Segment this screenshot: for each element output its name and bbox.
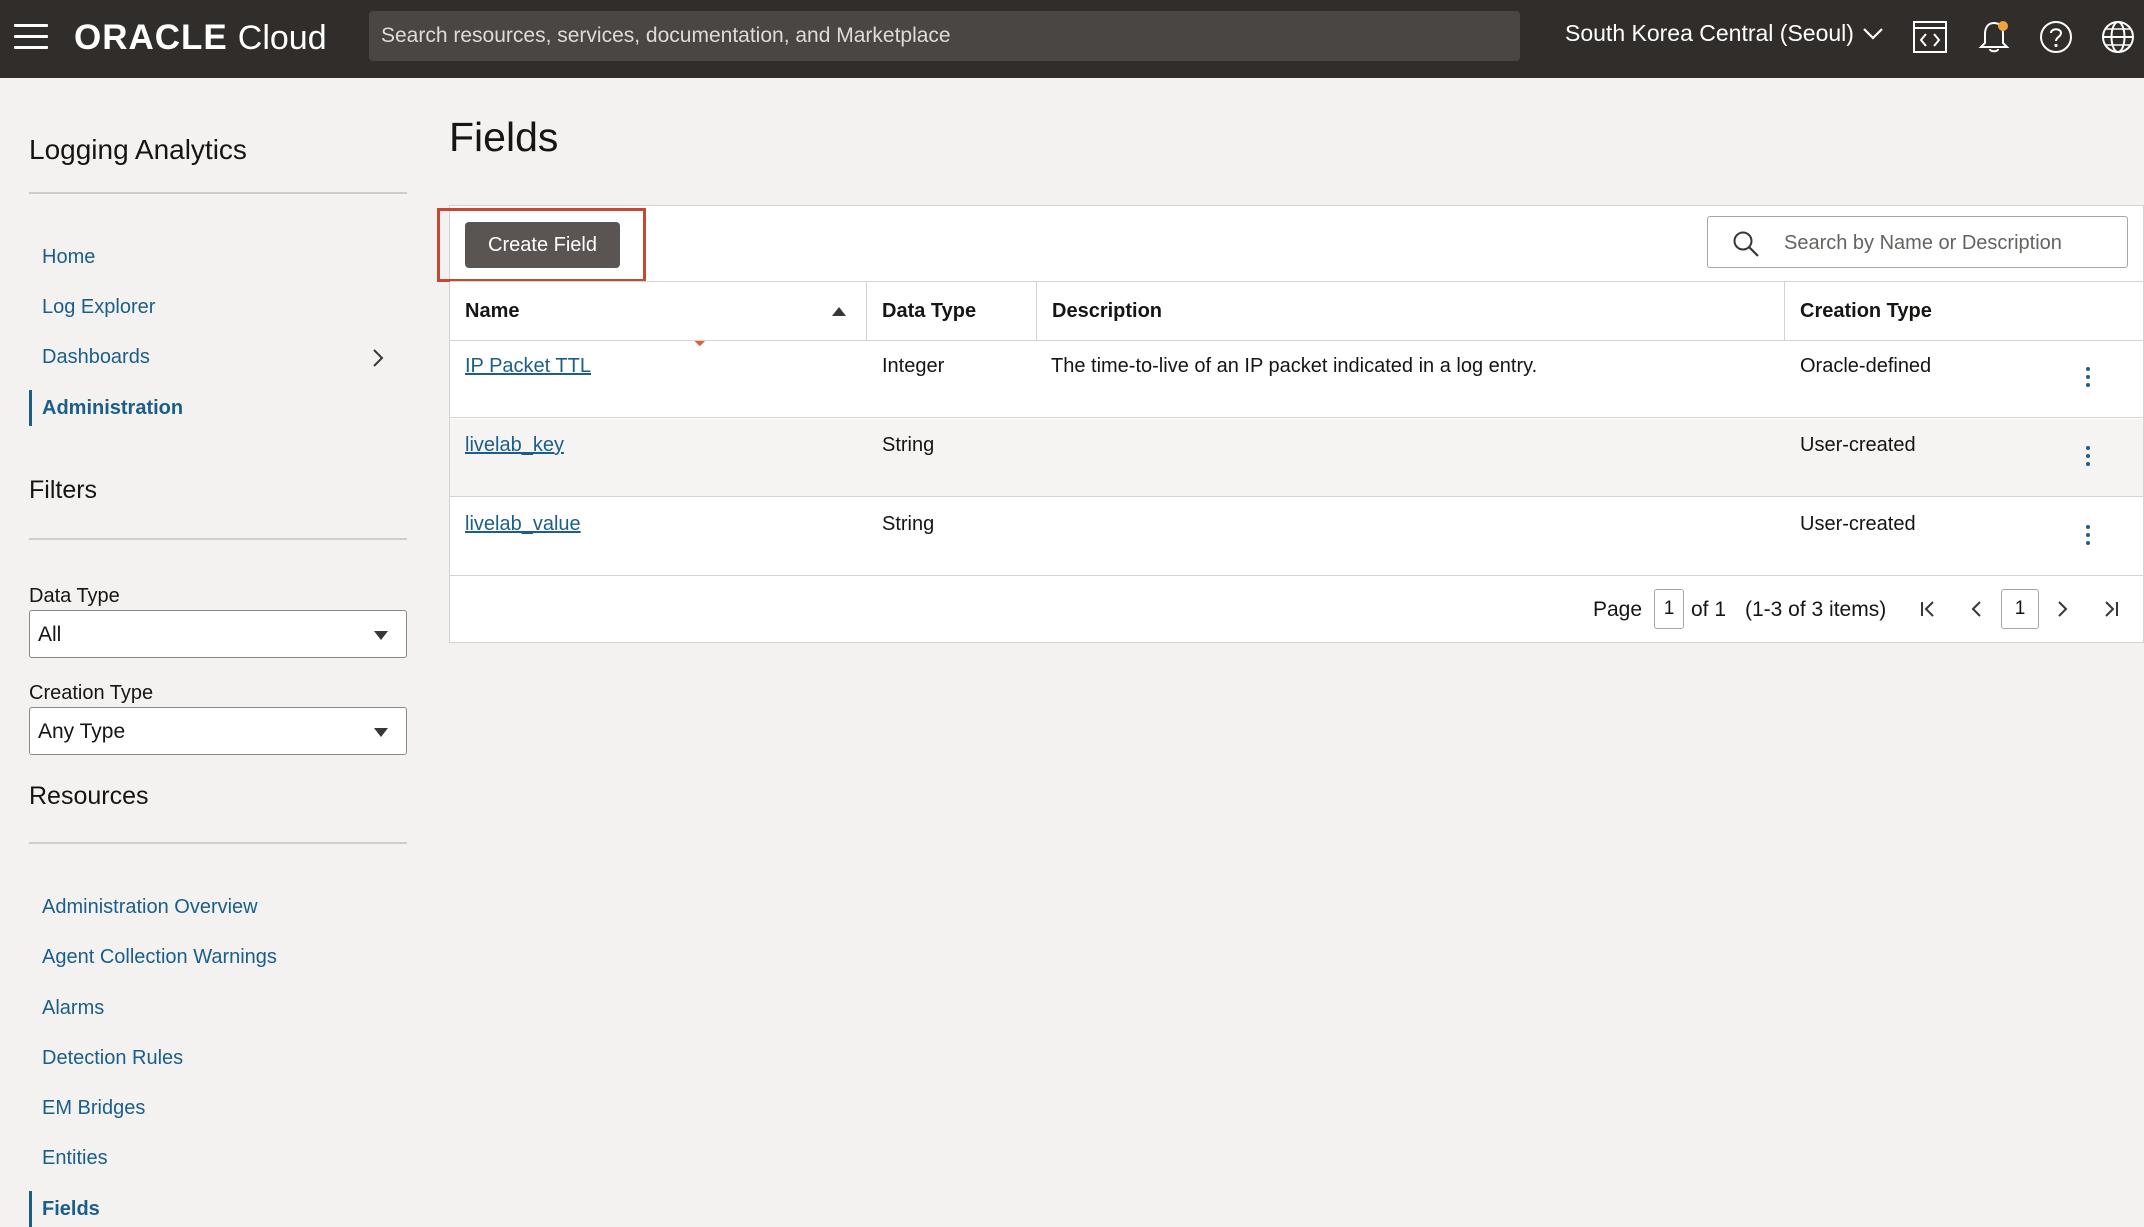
table-search-input[interactable]: [1782, 217, 2116, 269]
global-search-input[interactable]: [369, 11, 1520, 61]
column-header-data-type[interactable]: Data Type: [866, 282, 1036, 340]
field-name-link[interactable]: livelab_value: [465, 513, 581, 536]
region-label: South Korea Central (Seoul): [1565, 20, 1854, 46]
top-navigation-bar: ORACLE Cloud South Korea Central (Seoul): [0, 0, 2144, 78]
column-header-name[interactable]: Name: [450, 282, 867, 340]
row-actions-kebab-icon[interactable]: [2083, 525, 2093, 549]
row-actions-kebab-icon[interactable]: [2083, 446, 2093, 470]
field-name-link[interactable]: livelab_key: [465, 434, 564, 457]
product-name: Cloud: [237, 18, 327, 57]
resources-title: Resources: [29, 782, 149, 810]
field-name-link[interactable]: IP Packet TTL: [465, 355, 591, 378]
divider: [29, 192, 407, 194]
creation-type-label: Creation Type: [29, 682, 154, 704]
sidebar-item-log-explorer[interactable]: Log Explorer: [29, 289, 389, 325]
data-type-label: Data Type: [29, 585, 120, 607]
table-row: IP Packet TTL Integer The time-to-live o…: [450, 340, 2143, 418]
chevron-right-icon: [373, 349, 384, 367]
sidebar-item-entities[interactable]: Entities: [29, 1140, 389, 1176]
sidebar-item-dashboards[interactable]: Dashboards: [29, 339, 389, 375]
page-label: Page: [1593, 598, 1643, 621]
current-page-box[interactable]: 1: [2001, 589, 2039, 629]
sidebar-item-detection-rules[interactable]: Detection Rules: [29, 1040, 389, 1076]
divider: [29, 842, 407, 844]
data-type-select[interactable]: All: [29, 610, 407, 658]
help-icon[interactable]: [2036, 17, 2076, 57]
field-description: The time-to-live of an IP packet indicat…: [1051, 355, 1538, 377]
previous-page-icon[interactable]: [1964, 596, 1990, 622]
field-creation-type: User-created: [1800, 434, 1916, 456]
first-page-icon[interactable]: [1915, 596, 1941, 622]
items-count-label: (1-3 of 3 items): [1745, 598, 1887, 621]
last-page-icon[interactable]: [2098, 596, 2124, 622]
creation-type-select[interactable]: Any Type: [29, 707, 407, 755]
annotation-highlight-box: [437, 208, 646, 282]
page-number-input[interactable]: 1: [1654, 589, 1684, 629]
language-globe-icon[interactable]: [2098, 17, 2138, 57]
dropdown-caret-icon: [374, 631, 388, 640]
creation-type-value: Any Type: [38, 720, 126, 743]
notification-bell-icon[interactable]: [1974, 17, 2014, 57]
search-icon: [1733, 231, 1759, 257]
brand-name: ORACLE: [74, 18, 228, 57]
table-search-box[interactable]: [1707, 216, 2128, 269]
column-header-description[interactable]: Description: [1036, 282, 1786, 340]
field-data-type: String: [882, 513, 935, 535]
sidebar-item-administration-overview[interactable]: Administration Overview: [29, 889, 389, 925]
field-data-type: String: [882, 434, 935, 456]
field-creation-type: User-created: [1800, 513, 1916, 535]
page-title: Fields: [449, 114, 559, 160]
sort-ascending-icon[interactable]: [832, 307, 846, 316]
data-type-value: All: [38, 623, 62, 646]
table-row: livelab_key String User-created: [450, 419, 2143, 497]
table-row: livelab_value String User-created: [450, 498, 2143, 576]
menu-icon[interactable]: [14, 24, 48, 52]
next-page-icon[interactable]: [2049, 596, 2075, 622]
sidebar-item-em-bridges[interactable]: EM Bridges: [29, 1090, 389, 1126]
column-header-creation-type[interactable]: Creation Type: [1784, 282, 2143, 340]
field-creation-type: Oracle-defined: [1800, 355, 1932, 377]
divider: [29, 538, 407, 540]
sidebar-item-administration[interactable]: Administration: [29, 390, 389, 426]
sidebar-item-label: Dashboards: [42, 346, 150, 368]
sidebar-item-agent-collection-warnings[interactable]: Agent Collection Warnings: [29, 939, 389, 975]
sidebar-item-fields[interactable]: Fields: [29, 1191, 389, 1227]
chevron-down-icon: [1863, 27, 1883, 40]
oracle-cloud-logo[interactable]: ORACLE Cloud: [74, 16, 327, 60]
field-data-type: Integer: [882, 355, 945, 377]
table-header: Name Data Type Description Creation Type: [450, 281, 2143, 341]
dropdown-caret-icon: [374, 728, 388, 737]
sidebar-item-home[interactable]: Home: [29, 239, 389, 275]
sidebar-item-alarms[interactable]: Alarms: [29, 990, 389, 1026]
filters-title: Filters: [29, 476, 98, 504]
page-total-label: of 1: [1691, 598, 1727, 621]
code-editor-icon[interactable]: [1910, 17, 1950, 57]
region-selector[interactable]: South Korea Central (Seoul): [1565, 20, 1884, 47]
row-actions-kebab-icon[interactable]: [2083, 367, 2093, 391]
sidebar-title: Logging Analytics: [29, 134, 247, 165]
